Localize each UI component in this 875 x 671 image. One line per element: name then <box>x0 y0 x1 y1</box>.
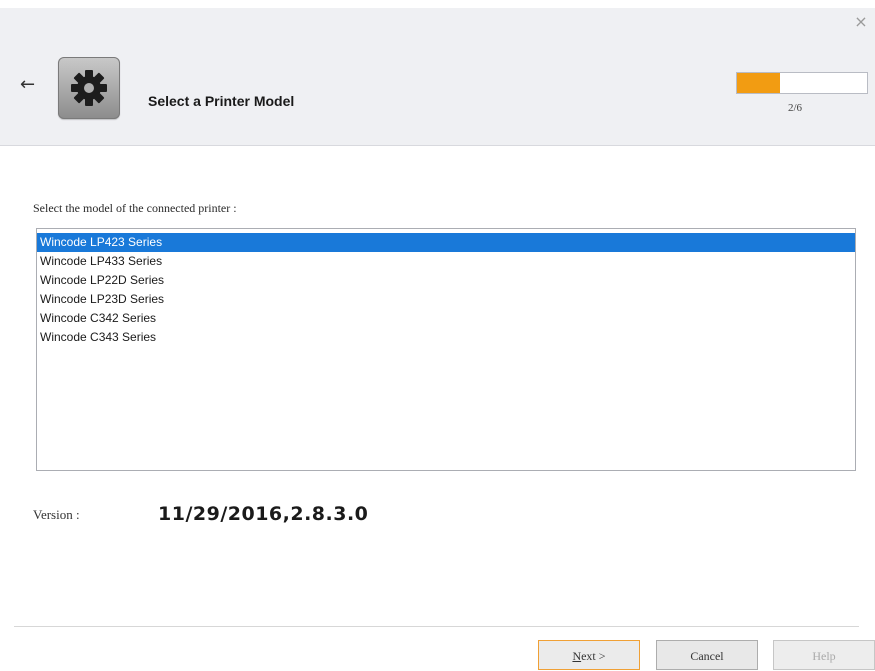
printer-model-item[interactable]: Wincode LP423 Series <box>37 233 855 252</box>
close-icon[interactable]: × <box>853 14 869 30</box>
wizard-progress-fill <box>737 73 781 93</box>
next-button-mnemonic: N <box>572 649 582 663</box>
printer-model-item[interactable]: Wincode C342 Series <box>37 309 855 328</box>
printer-model-item[interactable]: Wincode LP23D Series <box>37 290 855 309</box>
next-button[interactable]: Next > <box>538 640 640 670</box>
page-title: Select a Printer Model <box>148 93 295 109</box>
version-value: 11/29/2016,2.8.3.0 <box>158 503 369 525</box>
version-label: Version : <box>33 507 80 522</box>
wizard-step-counter: 2/6 <box>788 102 803 114</box>
model-select-prompt: Select the model of the connected printe… <box>33 201 237 215</box>
printer-model-item[interactable]: Wincode LP433 Series <box>37 252 855 271</box>
wizard-progress-bar <box>736 72 868 94</box>
next-button-label: ext > <box>581 649 606 663</box>
help-button[interactable]: Help <box>773 640 875 670</box>
printer-model-item[interactable]: Wincode C343 Series <box>37 328 855 347</box>
gear-icon-graphic <box>71 70 107 106</box>
printer-setup-wizard-window: ← Select a Printer Model 2/6 × Select th… <box>0 0 875 671</box>
printer-model-list: Wincode LP423 Series Wincode LP433 Series… <box>37 229 855 347</box>
gear-icon <box>58 57 120 119</box>
back-arrow-icon[interactable]: ← <box>20 76 35 94</box>
footer-divider <box>14 626 859 627</box>
wizard-header: ← Select a Printer Model 2/6 <box>0 8 875 146</box>
printer-model-listbox[interactable]: Wincode LP423 Series Wincode LP433 Series… <box>36 228 856 471</box>
printer-model-item[interactable]: Wincode LP22D Series <box>37 271 855 290</box>
cancel-button[interactable]: Cancel <box>656 640 758 670</box>
